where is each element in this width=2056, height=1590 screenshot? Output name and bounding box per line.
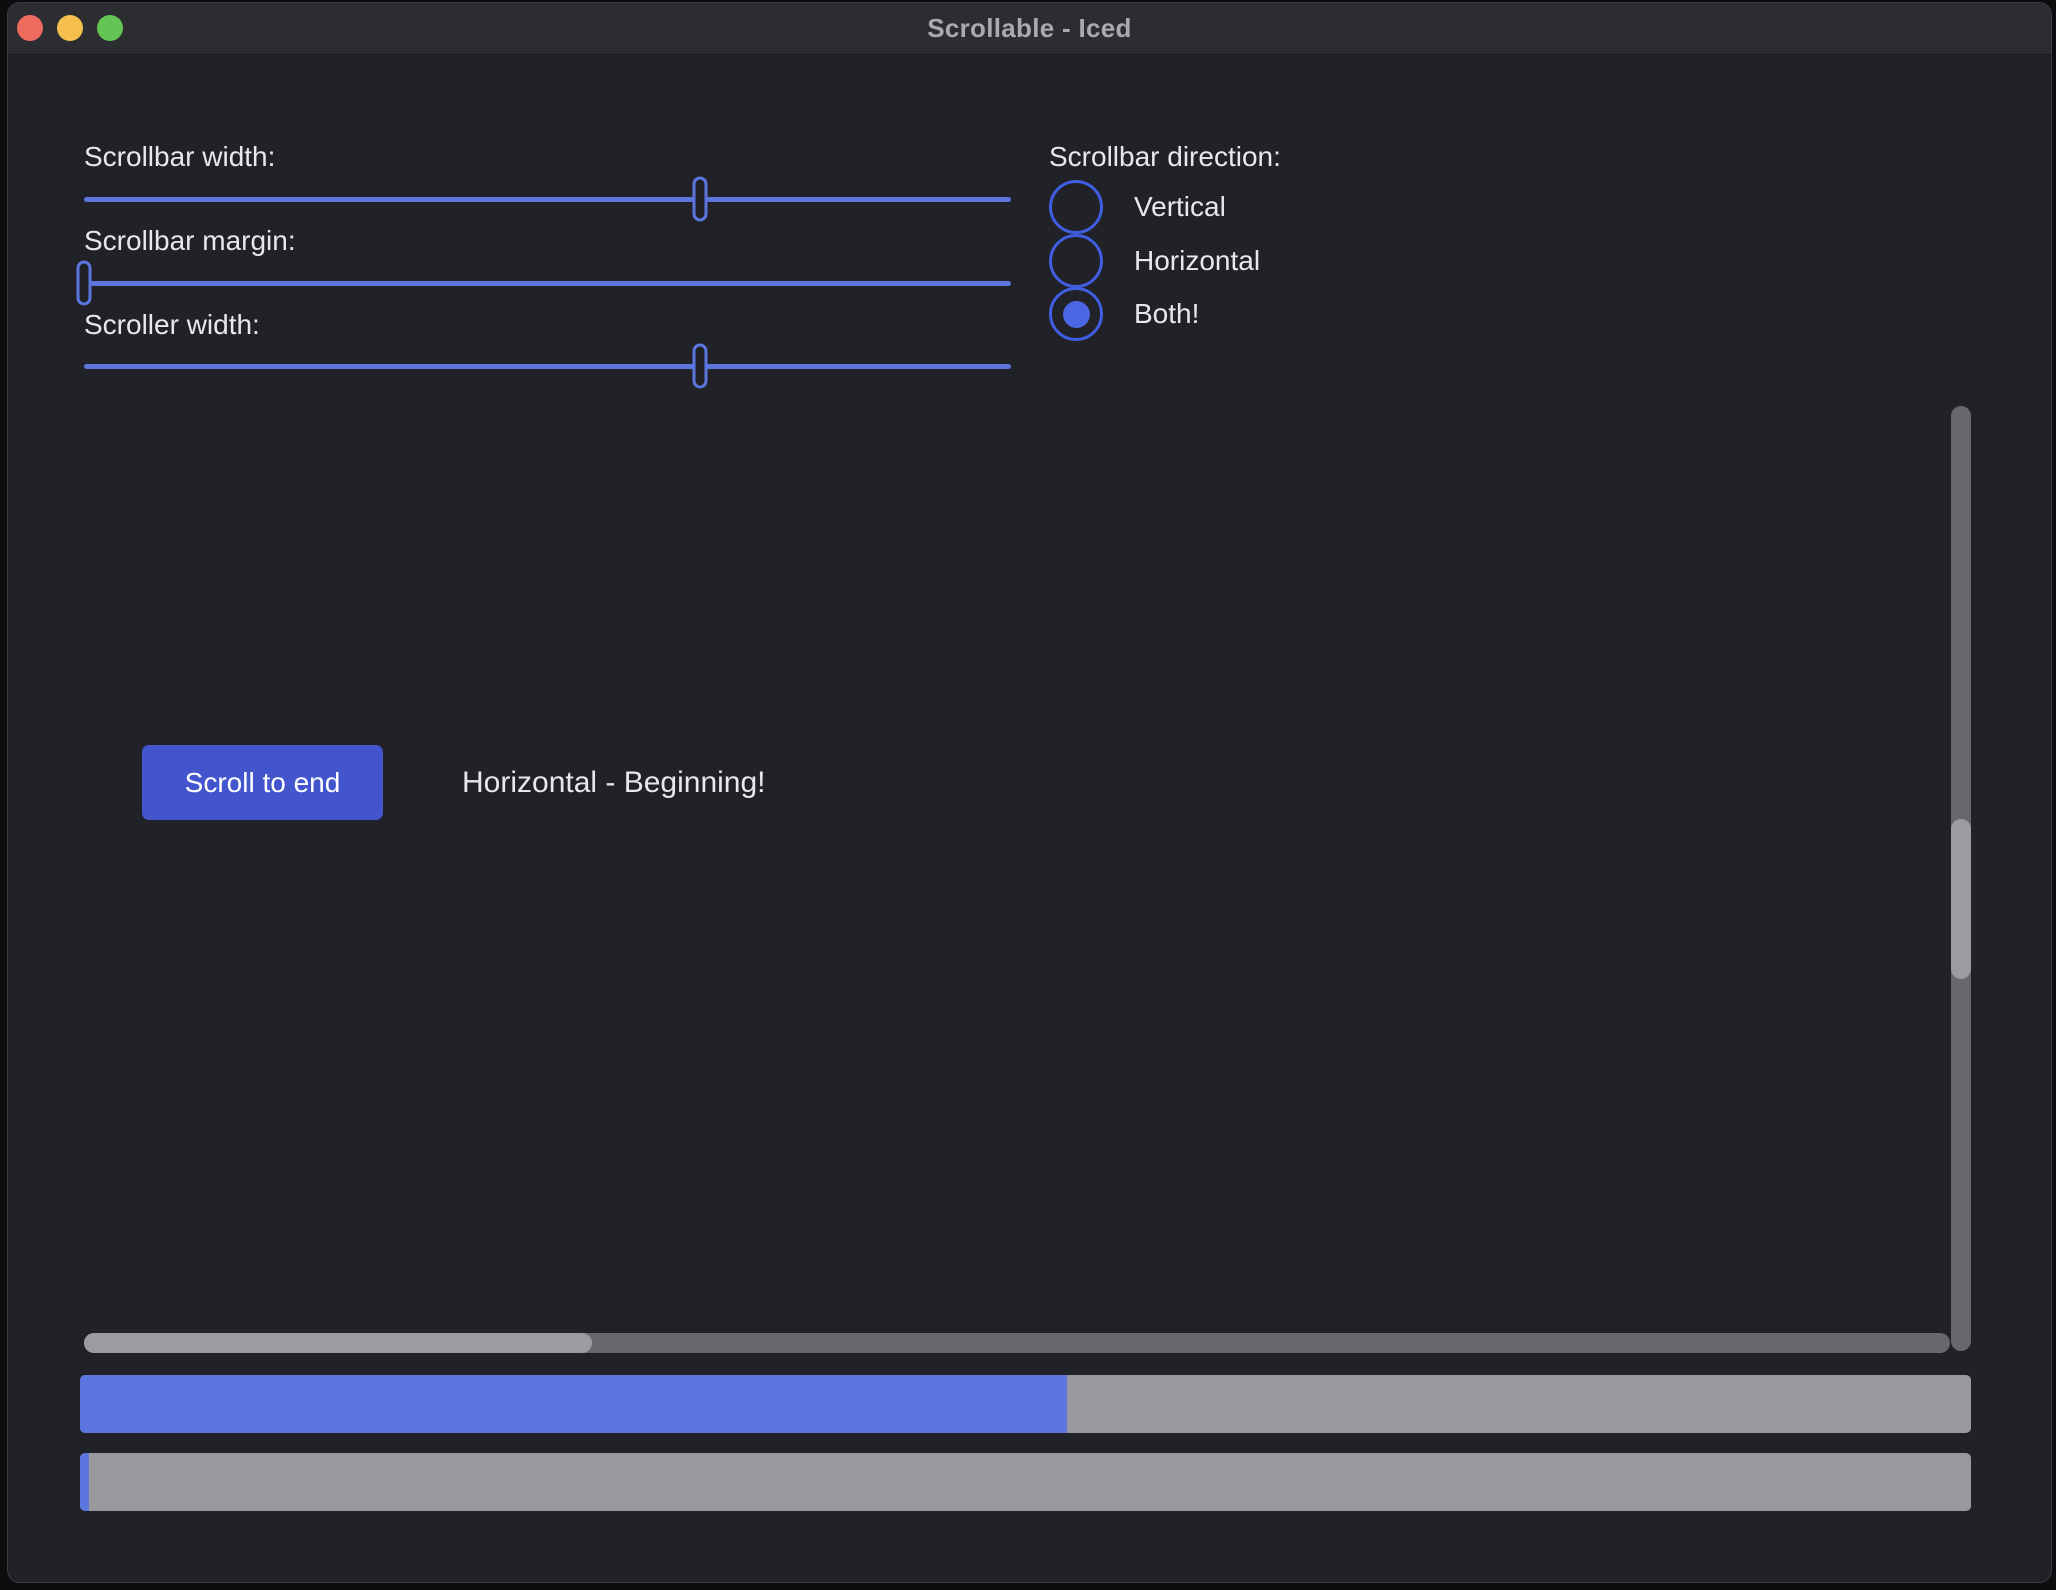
horizontal-scroller[interactable]: [84, 1333, 592, 1353]
horizontal-scrollbar[interactable]: [84, 1333, 1950, 1353]
vertical-progress-bar: [80, 1375, 1971, 1433]
radio-both-label[interactable]: Both!: [1134, 298, 1199, 330]
slider-rail[interactable]: [84, 281, 1011, 286]
scrollbar-width-slider[interactable]: [84, 176, 1011, 222]
horizontal-status-text: Horizontal - Beginning!: [462, 745, 766, 820]
minimize-button[interactable]: [57, 15, 83, 41]
slider-rail[interactable]: [84, 364, 1011, 369]
horizontal-progress-bar: [80, 1453, 1971, 1511]
scroller-width-slider[interactable]: [84, 343, 1011, 389]
window-controls: [17, 15, 123, 41]
app-window: Scrollable - Iced Scrollbar width: Scrol…: [7, 2, 2052, 1583]
slider-thumb[interactable]: [692, 344, 707, 389]
scrollbar-width-label: Scrollbar width:: [84, 141, 275, 173]
slider-rail[interactable]: [84, 197, 1011, 202]
close-button[interactable]: [17, 15, 43, 41]
vertical-scrollbar[interactable]: [1951, 406, 1971, 1351]
scrollbar-margin-label: Scrollbar margin:: [84, 225, 296, 257]
radio-dot: [1063, 301, 1090, 328]
progress-fill: [80, 1375, 1067, 1433]
radio-row-horizontal[interactable]: Horizontal: [1049, 234, 1103, 288]
radio-horizontal[interactable]: [1049, 234, 1103, 288]
radio-vertical[interactable]: [1049, 180, 1103, 234]
radio-horizontal-label[interactable]: Horizontal: [1134, 245, 1260, 277]
scrollbar-margin-slider[interactable]: [84, 260, 1011, 306]
scrollbar-direction-label: Scrollbar direction:: [1049, 141, 1281, 173]
radio-vertical-label[interactable]: Vertical: [1134, 191, 1226, 223]
zoom-button[interactable]: [97, 15, 123, 41]
slider-thumb[interactable]: [77, 261, 92, 306]
window-title: Scrollable - Iced: [927, 13, 1132, 44]
vertical-scroller[interactable]: [1951, 819, 1971, 979]
radio-row-vertical[interactable]: Vertical: [1049, 180, 1103, 234]
titlebar: Scrollable - Iced: [8, 3, 2051, 55]
radio-row-both[interactable]: Both!: [1049, 287, 1103, 341]
progress-fill: [80, 1453, 89, 1511]
scroller-width-label: Scroller width:: [84, 309, 260, 341]
slider-thumb[interactable]: [692, 177, 707, 222]
scroll-to-end-button[interactable]: Scroll to end: [142, 745, 383, 820]
radio-both[interactable]: [1049, 287, 1103, 341]
